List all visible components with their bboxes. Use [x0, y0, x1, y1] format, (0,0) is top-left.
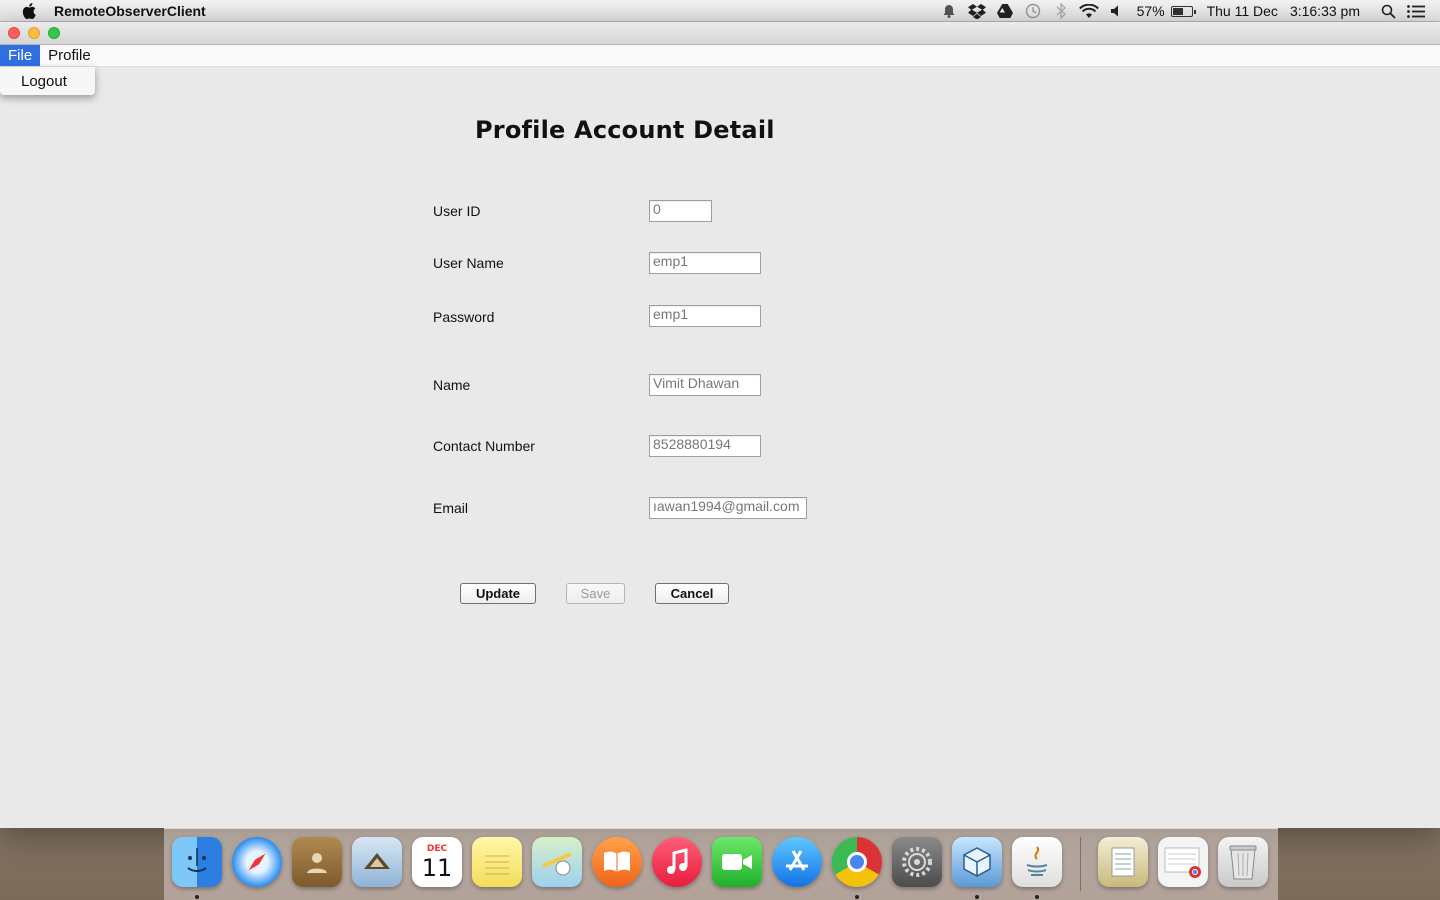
- macos-menubar: RemoteObserverClient 57% Thu 11 Dec 3:16…: [0, 0, 1440, 22]
- contacts-icon[interactable]: [292, 837, 342, 887]
- finder-running-dot: [195, 895, 199, 899]
- system-preferences-icon[interactable]: [892, 837, 942, 887]
- user-id-label: User ID: [433, 203, 481, 219]
- trash-icon[interactable]: [1218, 837, 1268, 887]
- email-field[interactable]: ıawan1994@gmail.com: [649, 497, 807, 519]
- menubar-date[interactable]: Thu 11 Dec: [1207, 3, 1278, 19]
- contact-number-label: Contact Number: [433, 438, 535, 454]
- page-title: Profile Account Detail: [475, 116, 775, 144]
- virtualbox-running-dot: [975, 895, 979, 899]
- battery-percent[interactable]: 57%: [1137, 3, 1165, 19]
- name-field[interactable]: Vimit Dhawan: [649, 374, 761, 396]
- window-titlebar[interactable]: [0, 22, 1440, 45]
- facetime-icon[interactable]: [712, 837, 762, 887]
- chrome-center: [847, 852, 867, 872]
- menu-item-logout[interactable]: Logout: [0, 67, 95, 95]
- email-label: Email: [433, 500, 469, 516]
- java-icon[interactable]: [1012, 837, 1062, 887]
- close-window-button[interactable]: [8, 27, 20, 39]
- contact-number-field[interactable]: 8528880194: [649, 435, 761, 457]
- password-label: Password: [433, 309, 495, 325]
- name-label: Name: [433, 377, 471, 393]
- itunes-icon[interactable]: [652, 837, 702, 887]
- menu-profile[interactable]: Profile: [40, 45, 99, 66]
- user-id-field[interactable]: 0: [649, 200, 712, 222]
- status-area: 57% Thu 11 Dec 3:16:33 pm: [935, 0, 1440, 22]
- chrome-file-icon[interactable]: [1158, 837, 1208, 887]
- ibooks-icon[interactable]: [592, 837, 642, 887]
- dropbox-icon[interactable]: [963, 0, 991, 22]
- update-button[interactable]: Update: [460, 583, 536, 604]
- notes-icon[interactable]: [472, 837, 522, 887]
- app-store-icon[interactable]: [772, 837, 822, 887]
- maps-icon[interactable]: [532, 837, 582, 887]
- documents-stack-icon[interactable]: [1098, 837, 1148, 887]
- virtualbox-icon[interactable]: [952, 837, 1002, 887]
- menubar-clock[interactable]: 3:16:33 pm: [1290, 3, 1360, 19]
- app-menubar: File Profile: [0, 45, 1440, 67]
- menu-file[interactable]: File: [0, 45, 41, 66]
- notification-center-icon[interactable]: [1402, 0, 1430, 22]
- finder-icon[interactable]: [172, 837, 222, 887]
- password-field[interactable]: emp1: [649, 305, 761, 327]
- dock-separator: [1080, 837, 1081, 891]
- apple-menu-icon[interactable]: [18, 0, 40, 22]
- app-name-menu[interactable]: RemoteObserverClient: [54, 3, 206, 19]
- battery-fill: [1172, 7, 1183, 15]
- volume-icon[interactable]: [1103, 0, 1131, 22]
- user-name-field[interactable]: emp1: [649, 252, 761, 274]
- notification-bell-icon[interactable]: [935, 0, 963, 22]
- spotlight-search-icon[interactable]: [1374, 0, 1402, 22]
- mail-icon[interactable]: [352, 837, 402, 887]
- calendar-day: 11: [421, 854, 453, 882]
- zoom-window-button[interactable]: [48, 27, 60, 39]
- wifi-icon[interactable]: [1075, 0, 1103, 22]
- minimize-window-button[interactable]: [28, 27, 40, 39]
- calendar-icon[interactable]: DEC 11: [412, 837, 462, 887]
- chrome-running-dot: [855, 895, 859, 899]
- battery-icon[interactable]: [1170, 5, 1196, 17]
- chrome-icon[interactable]: [832, 837, 882, 887]
- cancel-button[interactable]: Cancel: [655, 583, 729, 604]
- app-window: File Profile Logout Profile Account Deta…: [0, 22, 1440, 828]
- save-button[interactable]: Save: [566, 583, 625, 604]
- bluetooth-icon[interactable]: [1047, 0, 1075, 22]
- dock: DEC 11: [164, 828, 1278, 900]
- email-value: ıawan1994@gmail.com: [653, 498, 800, 514]
- google-drive-icon[interactable]: [991, 0, 1019, 22]
- safari-icon[interactable]: [232, 837, 282, 887]
- java-running-dot: [1035, 895, 1039, 899]
- time-machine-icon[interactable]: [1019, 0, 1047, 22]
- user-name-label: User Name: [433, 255, 504, 271]
